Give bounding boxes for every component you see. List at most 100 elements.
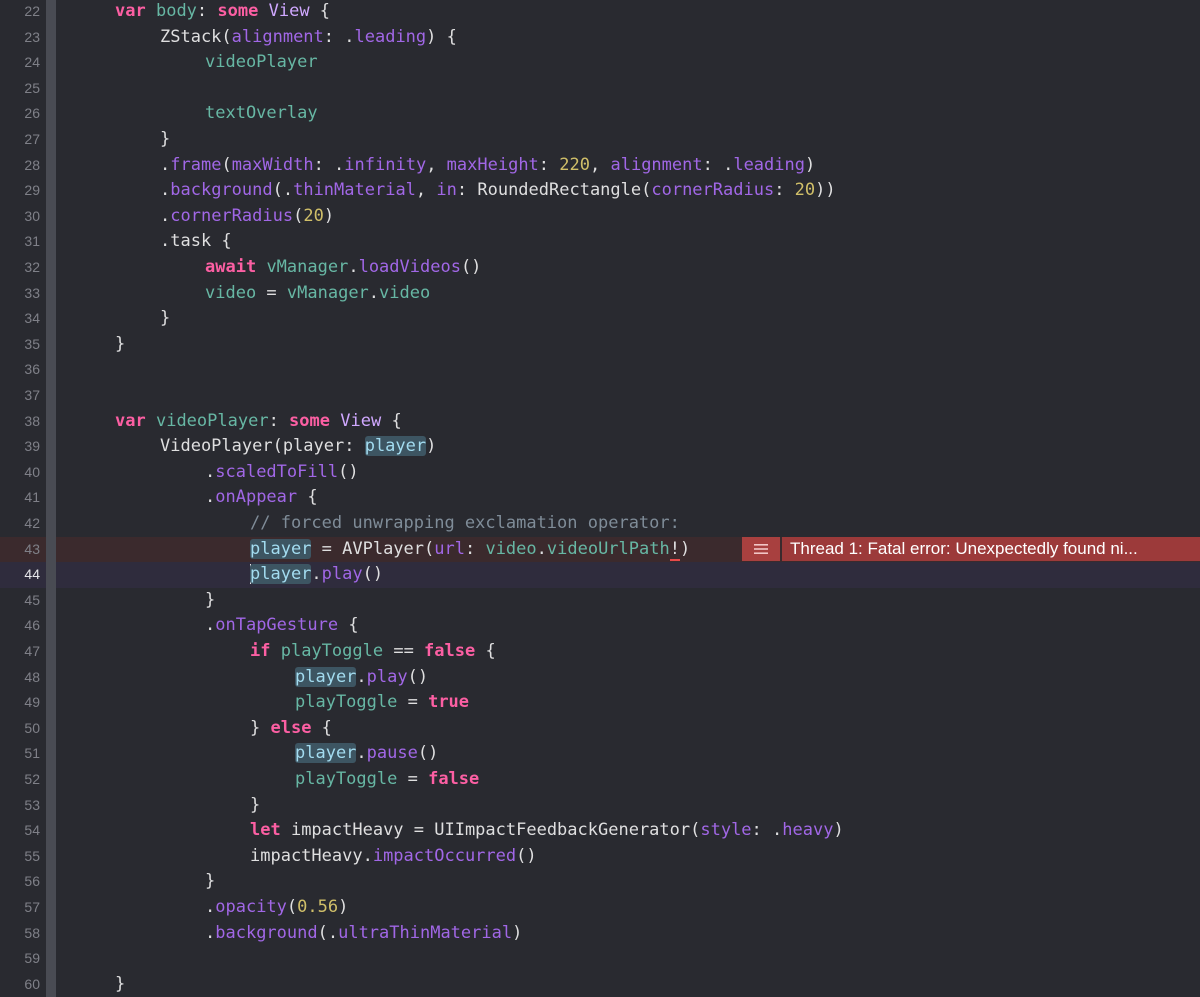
code-line[interactable]: 24 videoPlayer <box>0 50 1200 76</box>
fold-ribbon[interactable] <box>46 101 56 127</box>
code-text: .onTapGesture { <box>205 613 359 639</box>
fold-ribbon[interactable] <box>46 741 56 767</box>
runtime-error-annotation[interactable]: Thread 1: Fatal error: Unexpectedly foun… <box>742 537 1200 561</box>
fold-ribbon[interactable] <box>46 869 56 895</box>
code-line[interactable]: 23 ZStack(alignment: .leading) { <box>0 24 1200 51</box>
code-line[interactable]: 37 <box>0 383 1200 409</box>
fold-ribbon[interactable] <box>46 843 56 870</box>
code-token: 0.56 <box>297 897 339 917</box>
code-line[interactable]: 51 player.pause() <box>0 741 1200 767</box>
code-line[interactable]: 48 player.play() <box>0 664 1200 691</box>
error-list-icon[interactable] <box>742 537 780 561</box>
code-line[interactable]: 60} <box>0 971 1200 997</box>
code-line[interactable]: 27} <box>0 127 1200 153</box>
code-line[interactable]: 56} <box>0 869 1200 895</box>
code-token: // forced unwrapping exclamation operato… <box>250 513 680 533</box>
fold-ribbon[interactable] <box>46 434 56 460</box>
code-line[interactable]: 46 .onTapGesture { <box>0 613 1200 639</box>
code-token: : <box>774 180 795 201</box>
code-token: video <box>205 282 257 303</box>
code-line[interactable]: 35} <box>0 331 1200 358</box>
fold-ribbon[interactable] <box>46 587 56 614</box>
code-line[interactable]: 31 .task { <box>0 229 1200 255</box>
code-line[interactable]: 29 .background(.thinMaterial, in: Rounded… <box>0 178 1200 204</box>
fold-ribbon[interactable] <box>46 946 56 972</box>
fold-ribbon[interactable] <box>46 229 56 255</box>
fold-ribbon[interactable] <box>46 895 56 921</box>
code-token: : <box>268 410 290 431</box>
fold-ribbon[interactable] <box>46 664 56 691</box>
code-line[interactable]: 57 .opacity(0.56) <box>0 895 1200 921</box>
fold-ribbon[interactable] <box>46 971 56 997</box>
fold-ribbon[interactable] <box>46 613 56 639</box>
code-token: impactHeavy = UIImpactFeedbackGenerator( <box>280 820 701 841</box>
code-line[interactable]: 36 <box>0 357 1200 383</box>
fold-ribbon[interactable] <box>46 306 56 332</box>
fold-ribbon[interactable] <box>46 50 56 76</box>
code-line[interactable]: 58 .background(.ultraThinMaterial) <box>0 920 1200 947</box>
fold-ribbon[interactable] <box>46 920 56 947</box>
fold-ribbon[interactable] <box>46 408 56 435</box>
code-line[interactable]: 55 impactHeavy.impactOccurred() <box>0 843 1200 870</box>
code-line[interactable]: 47 if playToggle == false { <box>0 639 1200 665</box>
code-line[interactable]: 30 .cornerRadius(20) <box>0 203 1200 230</box>
code-token: )) <box>815 180 836 201</box>
fold-ribbon[interactable] <box>46 75 56 102</box>
code-line[interactable]: 33 video = vManager.video <box>0 280 1200 307</box>
code-line[interactable]: 41 .onAppear { <box>0 485 1200 511</box>
code-token: : . <box>323 26 355 47</box>
fold-ribbon[interactable] <box>46 127 56 153</box>
fold-ribbon[interactable] <box>46 562 56 588</box>
code-line[interactable]: 50} else { <box>0 715 1200 742</box>
line-number: 52 <box>24 771 40 787</box>
line-number: 23 <box>24 28 40 45</box>
code-line[interactable]: 59 <box>0 946 1200 972</box>
code-line[interactable]: 28 .frame(maxWidth: .infinity, maxHeight:… <box>0 152 1200 179</box>
fold-ribbon[interactable] <box>46 715 56 742</box>
code-text: .onAppear { <box>205 485 318 511</box>
code-token: 220 <box>559 154 590 175</box>
code-token: . <box>205 615 216 636</box>
code-line[interactable]: 44 player.play() <box>0 562 1200 588</box>
fold-ribbon[interactable] <box>46 639 56 665</box>
fold-ribbon[interactable] <box>46 24 56 51</box>
code-line[interactable]: 34} <box>0 306 1200 332</box>
fold-ribbon[interactable] <box>46 383 56 409</box>
code-token: cornerRadius <box>170 205 294 226</box>
code-editor[interactable]: 22 var body: some View {23 ZStack(alignmen… <box>0 0 1200 997</box>
fold-ribbon[interactable] <box>46 357 56 383</box>
fold-ribbon[interactable] <box>46 690 56 716</box>
code-line[interactable]: 49 playToggle = true <box>0 690 1200 716</box>
fold-ribbon[interactable] <box>46 203 56 230</box>
code-text: impactHeavy.impactOccurred() <box>250 844 537 870</box>
fold-ribbon[interactable] <box>46 767 56 793</box>
fold-ribbon[interactable] <box>46 792 56 819</box>
code-line[interactable]: 32 await vManager.loadVideos() <box>0 255 1200 281</box>
code-line[interactable]: 38 var videoPlayer: some View { <box>0 408 1200 435</box>
fold-ribbon[interactable] <box>46 255 56 281</box>
code-token: videoPlayer <box>205 52 318 73</box>
fold-ribbon[interactable] <box>46 331 56 358</box>
code-line[interactable]: 52 playToggle = false <box>0 767 1200 793</box>
code-line[interactable]: 40 .scaledToFill() <box>0 459 1200 486</box>
fold-ribbon[interactable] <box>46 485 56 511</box>
fold-ribbon[interactable] <box>46 459 56 486</box>
fold-ribbon[interactable] <box>46 536 56 563</box>
fold-ribbon[interactable] <box>46 818 56 844</box>
code-line[interactable]: 39 VideoPlayer(player: player) <box>0 434 1200 460</box>
code-line[interactable]: 42 // forced unwrapping exclamation opera… <box>0 511 1200 537</box>
fold-ribbon[interactable] <box>46 0 56 25</box>
code-line[interactable]: 22 var body: some View { <box>0 0 1200 25</box>
code-line[interactable]: 45} <box>0 587 1200 614</box>
fold-ribbon[interactable] <box>46 152 56 179</box>
fold-ribbon[interactable] <box>46 511 56 537</box>
code-line[interactable]: 54 let impactHeavy = UIImpactFeedbackGene… <box>0 818 1200 844</box>
code-line[interactable]: 53} <box>0 792 1200 819</box>
code-line[interactable]: 25 <box>0 75 1200 102</box>
fold-ribbon[interactable] <box>46 280 56 307</box>
code-text: var body: some View { <box>115 0 330 25</box>
fold-ribbon[interactable] <box>46 178 56 204</box>
code-text: if playToggle == false { <box>250 639 496 665</box>
code-token: . <box>205 897 216 917</box>
code-line[interactable]: 26 textOverlay <box>0 101 1200 127</box>
